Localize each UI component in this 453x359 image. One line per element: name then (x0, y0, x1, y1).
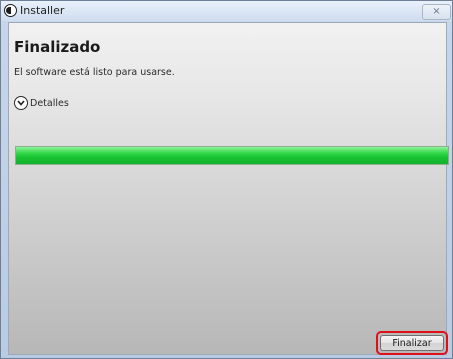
details-toggle[interactable]: Detalles (14, 94, 69, 112)
chevron-down-icon (14, 96, 28, 110)
page-subtitle: El software está listo para usarse. (14, 67, 175, 78)
page-title: Finalizado (14, 38, 101, 56)
window-title: Installer (20, 4, 65, 17)
title-bar: Installer ⨯ (1, 1, 452, 21)
close-icon: ⨯ (432, 6, 441, 17)
finish-button-highlight: Finalizar (376, 331, 448, 355)
content-panel: Finalizado El software está listo para u… (8, 22, 449, 355)
installer-window: Installer ⨯ Finalizado El software está … (0, 0, 453, 359)
finish-button[interactable]: Finalizar (380, 335, 444, 351)
app-icon (4, 4, 17, 17)
details-label: Detalles (30, 97, 69, 109)
progress-fill (16, 147, 448, 164)
progress-bar (15, 146, 449, 165)
close-button[interactable]: ⨯ (422, 4, 451, 20)
